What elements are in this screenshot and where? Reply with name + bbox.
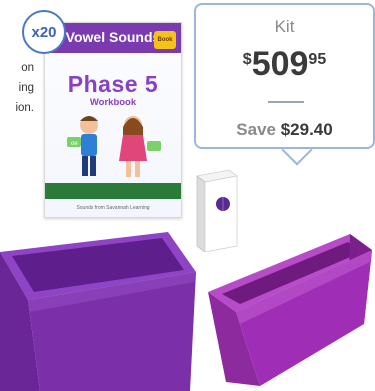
left-text-line-2: ing xyxy=(18,82,34,94)
savings-text: Save $29.40 xyxy=(196,120,373,140)
left-text-line-1: on xyxy=(21,62,34,74)
left-description-text: on ing ion. xyxy=(0,58,34,118)
workbook-cover-image: Vowel Sounds Book Phase 5 Workbook oe So… xyxy=(44,22,182,218)
kit-price: $50995 xyxy=(196,45,373,84)
workbook-bottom-band xyxy=(45,183,181,199)
left-text-line-3: ion. xyxy=(15,102,34,114)
price-dollars: 509 xyxy=(251,45,309,83)
price-divider xyxy=(268,101,304,103)
kids-illustration-icon: oe xyxy=(67,116,161,177)
purple-bin-icon xyxy=(0,232,196,391)
quantity-badge-text: x20 xyxy=(31,23,57,41)
svg-text:oe: oe xyxy=(71,141,78,147)
workbook-subtitle: Workbook xyxy=(89,97,137,108)
kit-label: Kit xyxy=(274,17,295,36)
save-label: Save xyxy=(236,120,276,139)
magenta-bin-icon xyxy=(208,234,372,386)
workbook-author: Sounds from Savannah Learning xyxy=(76,205,150,211)
price-cents: 95 xyxy=(308,51,327,68)
workbook-title: Phase 5 xyxy=(67,71,159,97)
quantity-badge: x20 xyxy=(22,10,66,54)
price-box: Kit $50995 Save $29.40 xyxy=(194,3,375,149)
save-amount: $29.40 xyxy=(280,120,333,139)
workbook-badge: Book xyxy=(154,31,176,49)
price-currency: $ xyxy=(242,51,252,68)
